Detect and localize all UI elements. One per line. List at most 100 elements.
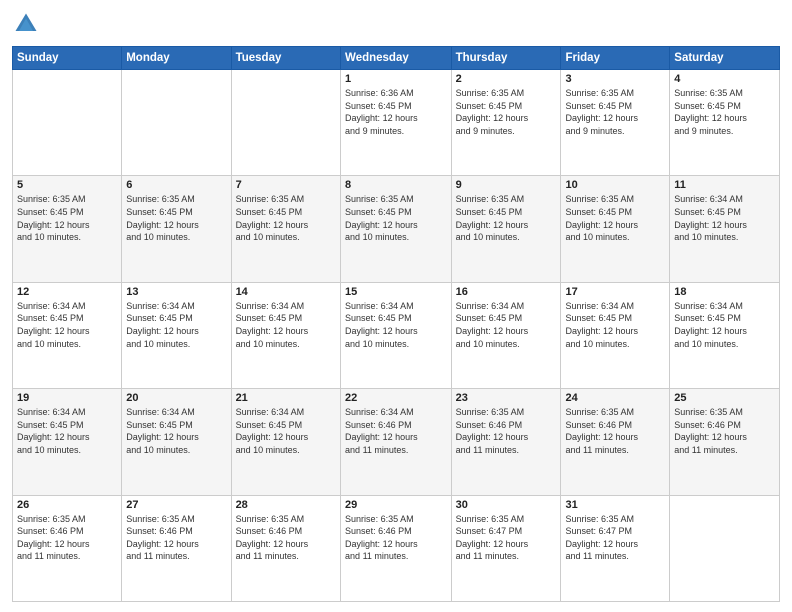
day-number: 31: [565, 499, 665, 511]
day-info: Sunrise: 6:36 AM Sunset: 6:45 PM Dayligh…: [345, 87, 447, 137]
calendar-cell: 20 Sunrise: 6:34 AM Sunset: 6:45 PM Dayli…: [122, 389, 231, 495]
day-info: Sunrise: 6:35 AM Sunset: 6:46 PM Dayligh…: [456, 406, 557, 456]
day-info: Sunrise: 6:35 AM Sunset: 6:46 PM Dayligh…: [17, 513, 117, 563]
calendar-cell: 24 Sunrise: 6:35 AM Sunset: 6:46 PM Dayli…: [561, 389, 670, 495]
day-info: Sunrise: 6:35 AM Sunset: 6:47 PM Dayligh…: [565, 513, 665, 563]
day-number: 3: [565, 73, 665, 85]
day-number: 15: [345, 286, 447, 298]
calendar-cell: 28 Sunrise: 6:35 AM Sunset: 6:46 PM Dayli…: [231, 495, 340, 601]
calendar-cell: 6 Sunrise: 6:35 AM Sunset: 6:45 PM Daylig…: [122, 176, 231, 282]
calendar-cell: 16 Sunrise: 6:34 AM Sunset: 6:45 PM Dayli…: [451, 282, 561, 388]
calendar-cell: 18Sunrise: 6:34 AM Sunset: 6:45 PM Dayli…: [670, 282, 780, 388]
day-number: 6: [126, 179, 226, 191]
day-number: 30: [456, 499, 557, 511]
day-info: Sunrise: 6:35 AM Sunset: 6:45 PM Dayligh…: [126, 193, 226, 243]
calendar-cell: 5 Sunrise: 6:35 AM Sunset: 6:45 PM Daylig…: [13, 176, 122, 282]
day-info: Sunrise: 6:34 AM Sunset: 6:45 PM Dayligh…: [236, 406, 336, 456]
day-info: Sunrise: 6:35 AM Sunset: 6:45 PM Dayligh…: [674, 87, 775, 137]
page: SundayMondayTuesdayWednesdayThursdayFrid…: [0, 0, 792, 612]
calendar-cell: 15Sunrise: 6:34 AM Sunset: 6:45 PM Dayli…: [341, 282, 452, 388]
calendar-cell: 1 Sunrise: 6:36 AM Sunset: 6:45 PM Daylig…: [341, 70, 452, 176]
calendar-cell: [13, 70, 122, 176]
day-number: 25: [674, 392, 775, 404]
day-info: Sunrise: 6:35 AM Sunset: 6:46 PM Dayligh…: [236, 513, 336, 563]
weekday-header-saturday: Saturday: [670, 47, 780, 70]
day-info: Sunrise: 6:35 AM Sunset: 6:45 PM Dayligh…: [17, 193, 117, 243]
day-number: 11: [674, 179, 775, 191]
calendar-cell: [231, 70, 340, 176]
day-number: 9: [456, 179, 557, 191]
day-info: Sunrise: 6:34 AM Sunset: 6:45 PM Dayligh…: [236, 300, 336, 350]
calendar-cell: 30 Sunrise: 6:35 AM Sunset: 6:47 PM Dayli…: [451, 495, 561, 601]
day-number: 7: [236, 179, 336, 191]
weekday-header-thursday: Thursday: [451, 47, 561, 70]
calendar-cell: [670, 495, 780, 601]
day-info: Sunrise: 6:35 AM Sunset: 6:46 PM Dayligh…: [565, 406, 665, 456]
calendar-cell: 27 Sunrise: 6:35 AM Sunset: 6:46 PM Dayli…: [122, 495, 231, 601]
day-number: 19: [17, 392, 117, 404]
day-number: 12: [17, 286, 117, 298]
weekday-header-friday: Friday: [561, 47, 670, 70]
logo-icon: [12, 10, 40, 38]
day-number: 24: [565, 392, 665, 404]
day-info: Sunrise: 6:34 AM Sunset: 6:45 PM Dayligh…: [674, 193, 775, 243]
calendar-week-3: 12 Sunrise: 6:34 AM Sunset: 6:45 PM Dayli…: [13, 282, 780, 388]
day-number: 10: [565, 179, 665, 191]
calendar-week-5: 26Sunrise: 6:35 AM Sunset: 6:46 PM Dayli…: [13, 495, 780, 601]
day-info: Sunrise: 6:34 AM Sunset: 6:45 PM Dayligh…: [456, 300, 557, 350]
calendar-week-2: 5 Sunrise: 6:35 AM Sunset: 6:45 PM Daylig…: [13, 176, 780, 282]
calendar-cell: 25 Sunrise: 6:35 AM Sunset: 6:46 PM Dayli…: [670, 389, 780, 495]
calendar-cell: 23 Sunrise: 6:35 AM Sunset: 6:46 PM Dayli…: [451, 389, 561, 495]
calendar-cell: 9 Sunrise: 6:35 AM Sunset: 6:45 PM Daylig…: [451, 176, 561, 282]
day-info: Sunrise: 6:35 AM Sunset: 6:45 PM Dayligh…: [565, 87, 665, 137]
calendar-cell: 19 Sunrise: 6:34 AM Sunset: 6:45 PM Dayli…: [13, 389, 122, 495]
day-number: 14: [236, 286, 336, 298]
calendar-week-1: 1 Sunrise: 6:36 AM Sunset: 6:45 PM Daylig…: [13, 70, 780, 176]
calendar-cell: 17Sunrise: 6:34 AM Sunset: 6:45 PM Dayli…: [561, 282, 670, 388]
day-number: 20: [126, 392, 226, 404]
day-info: Sunrise: 6:35 AM Sunset: 6:46 PM Dayligh…: [674, 406, 775, 456]
day-info: Sunrise: 6:35 AM Sunset: 6:47 PM Dayligh…: [456, 513, 557, 563]
calendar-cell: 8Sunrise: 6:35 AM Sunset: 6:45 PM Daylig…: [341, 176, 452, 282]
weekday-header-tuesday: Tuesday: [231, 47, 340, 70]
day-number: 17: [565, 286, 665, 298]
day-number: 5: [17, 179, 117, 191]
day-number: 29: [345, 499, 447, 511]
weekday-header-wednesday: Wednesday: [341, 47, 452, 70]
day-info: Sunrise: 6:35 AM Sunset: 6:46 PM Dayligh…: [345, 513, 447, 563]
day-number: 2: [456, 73, 557, 85]
day-number: 13: [126, 286, 226, 298]
weekday-header-row: SundayMondayTuesdayWednesdayThursdayFrid…: [13, 47, 780, 70]
day-number: 4: [674, 73, 775, 85]
calendar-cell: 22Sunrise: 6:34 AM Sunset: 6:46 PM Dayli…: [341, 389, 452, 495]
calendar-cell: [122, 70, 231, 176]
calendar-cell: 10Sunrise: 6:35 AM Sunset: 6:45 PM Dayli…: [561, 176, 670, 282]
calendar-cell: 31 Sunrise: 6:35 AM Sunset: 6:47 PM Dayli…: [561, 495, 670, 601]
day-info: Sunrise: 6:35 AM Sunset: 6:45 PM Dayligh…: [456, 193, 557, 243]
day-number: 28: [236, 499, 336, 511]
weekday-header-sunday: Sunday: [13, 47, 122, 70]
day-info: Sunrise: 6:34 AM Sunset: 6:45 PM Dayligh…: [126, 300, 226, 350]
day-number: 16: [456, 286, 557, 298]
calendar-cell: 3 Sunrise: 6:35 AM Sunset: 6:45 PM Daylig…: [561, 70, 670, 176]
day-info: Sunrise: 6:35 AM Sunset: 6:45 PM Dayligh…: [345, 193, 447, 243]
calendar-cell: 11 Sunrise: 6:34 AM Sunset: 6:45 PM Dayli…: [670, 176, 780, 282]
calendar-cell: 2 Sunrise: 6:35 AM Sunset: 6:45 PM Daylig…: [451, 70, 561, 176]
day-number: 23: [456, 392, 557, 404]
day-info: Sunrise: 6:34 AM Sunset: 6:45 PM Dayligh…: [126, 406, 226, 456]
day-number: 1: [345, 73, 447, 85]
calendar-cell: 26Sunrise: 6:35 AM Sunset: 6:46 PM Dayli…: [13, 495, 122, 601]
day-info: Sunrise: 6:35 AM Sunset: 6:46 PM Dayligh…: [126, 513, 226, 563]
day-info: Sunrise: 6:34 AM Sunset: 6:45 PM Dayligh…: [17, 406, 117, 456]
calendar-cell: 29 Sunrise: 6:35 AM Sunset: 6:46 PM Dayli…: [341, 495, 452, 601]
logo: [12, 10, 44, 38]
day-info: Sunrise: 6:35 AM Sunset: 6:45 PM Dayligh…: [456, 87, 557, 137]
calendar-cell: 4 Sunrise: 6:35 AM Sunset: 6:45 PM Daylig…: [670, 70, 780, 176]
calendar-cell: 13 Sunrise: 6:34 AM Sunset: 6:45 PM Dayli…: [122, 282, 231, 388]
calendar-cell: 14 Sunrise: 6:34 AM Sunset: 6:45 PM Dayli…: [231, 282, 340, 388]
calendar-cell: 12Sunrise: 6:34 AM Sunset: 6:45 PM Dayli…: [13, 282, 122, 388]
day-number: 21: [236, 392, 336, 404]
calendar-cell: 7Sunrise: 6:35 AM Sunset: 6:45 PM Daylig…: [231, 176, 340, 282]
header: [12, 10, 780, 38]
day-number: 27: [126, 499, 226, 511]
